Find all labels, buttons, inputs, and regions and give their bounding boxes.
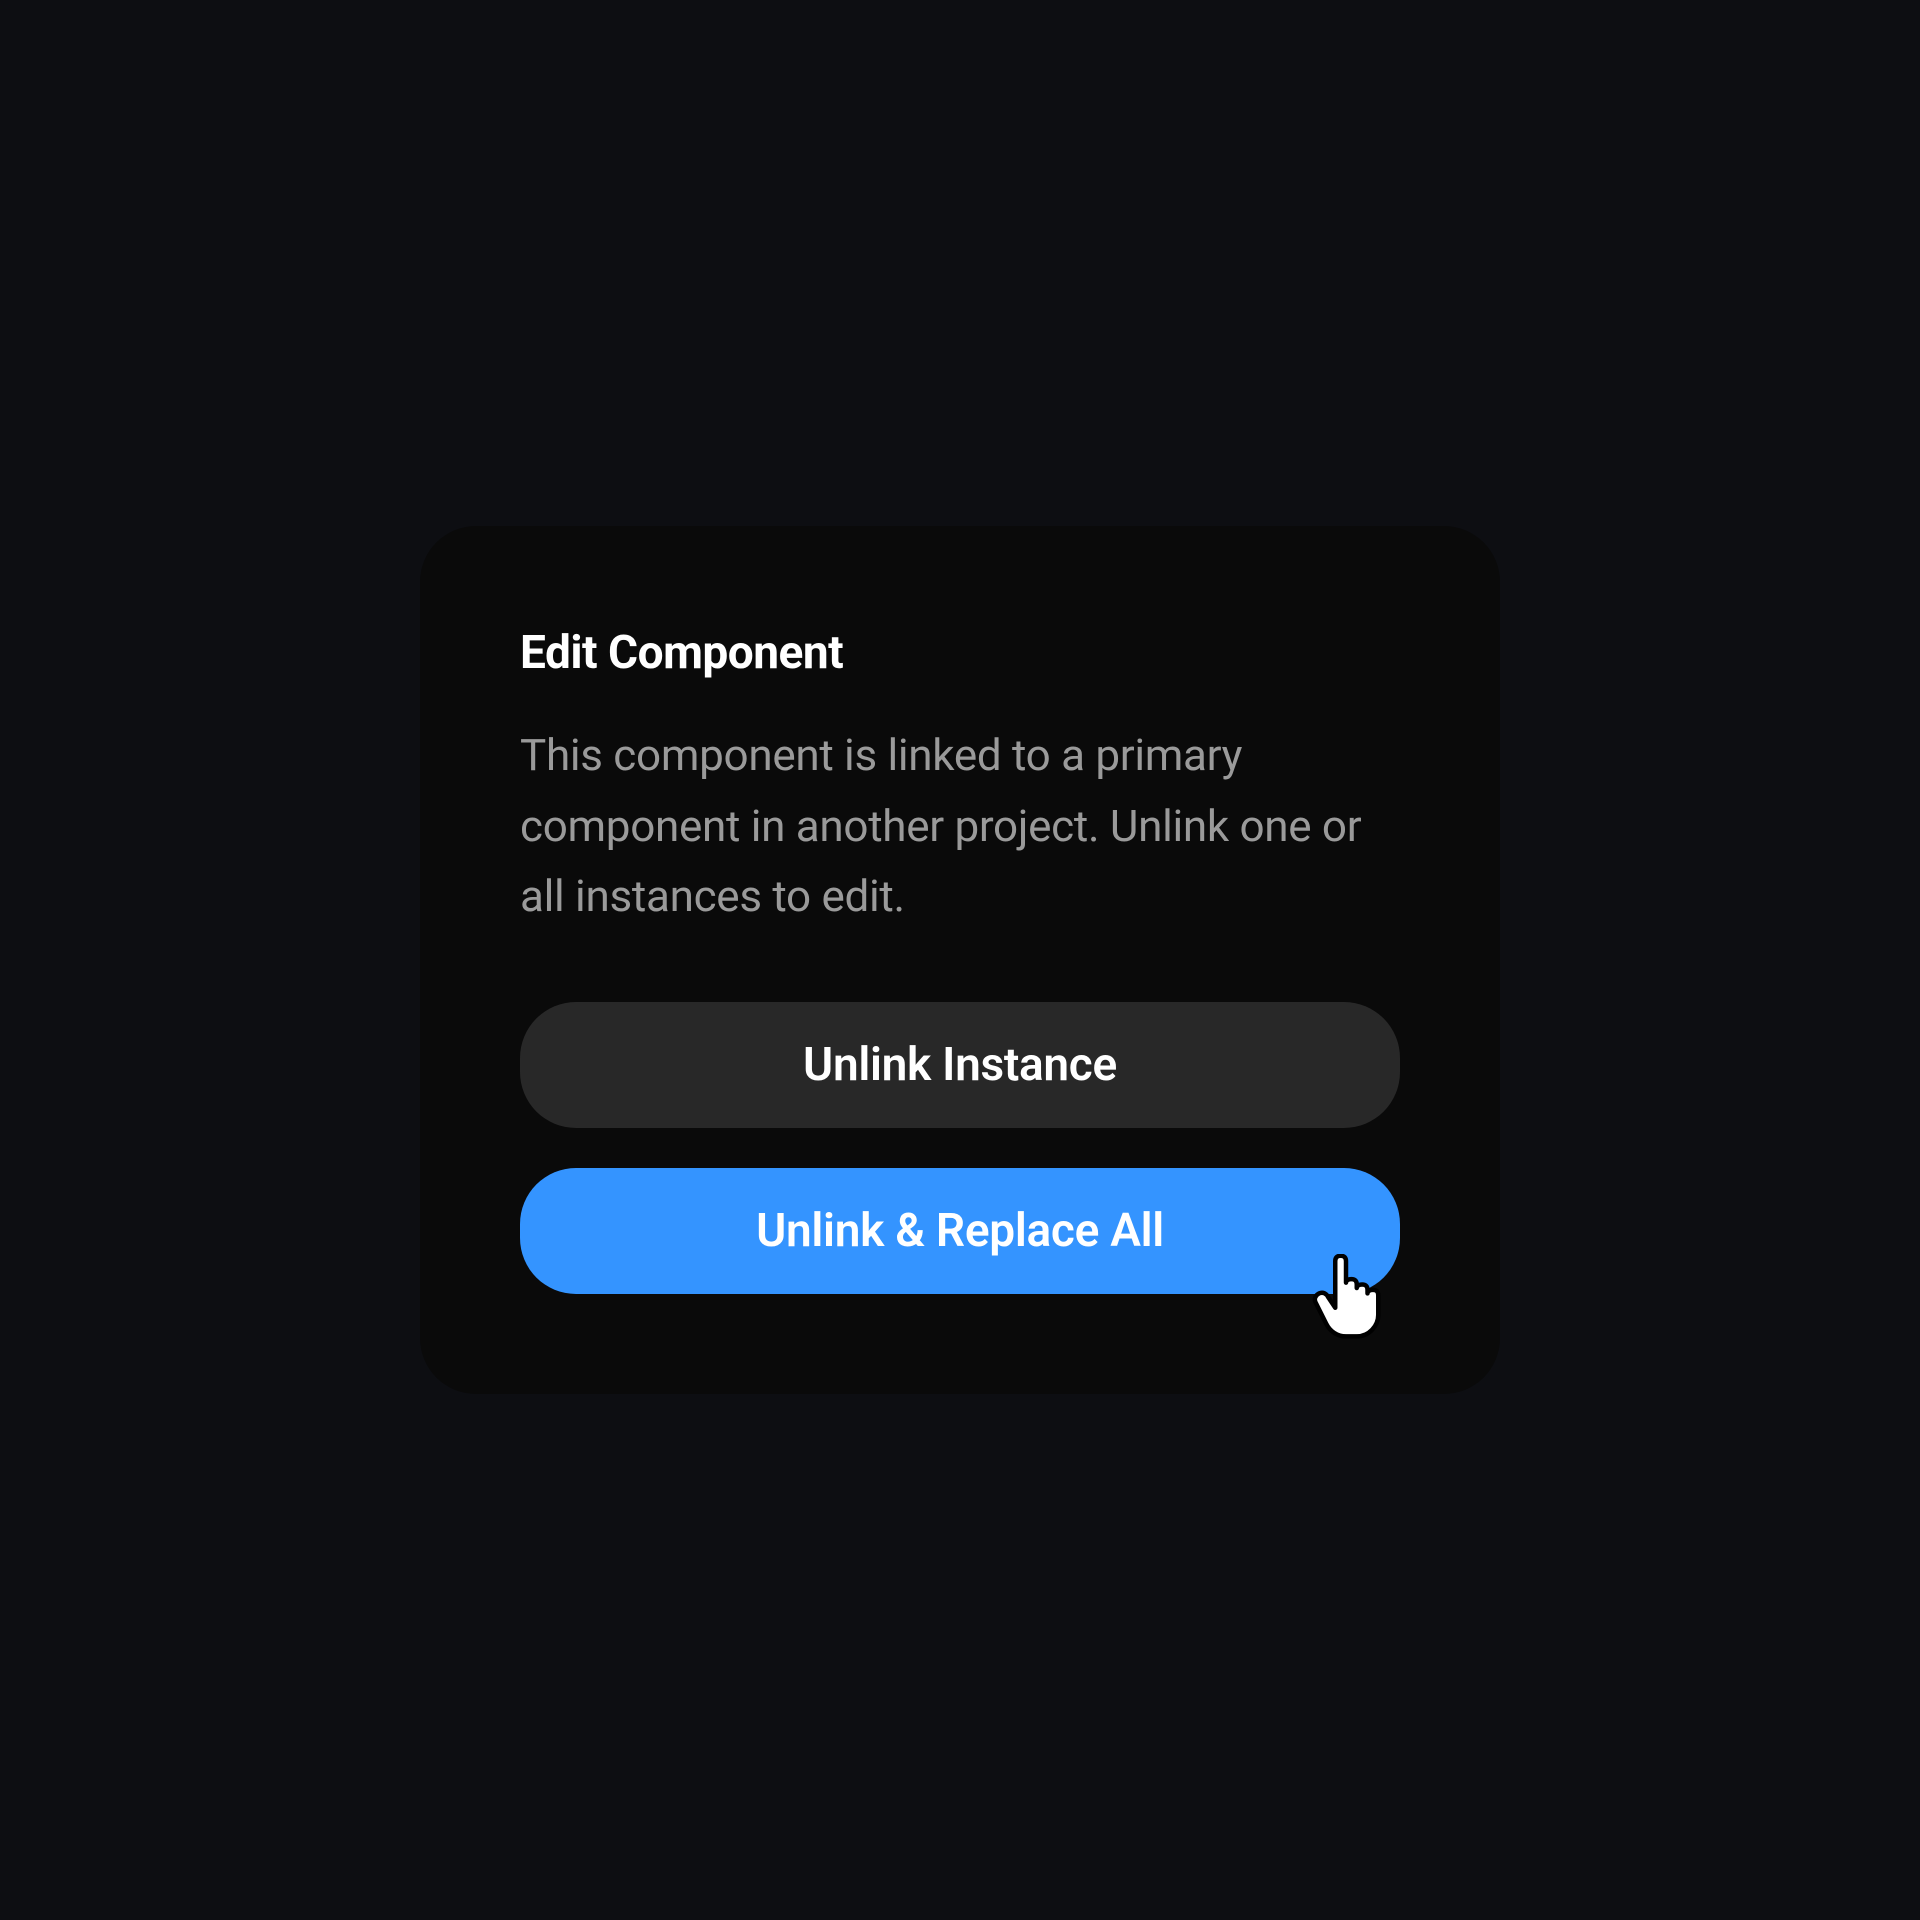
dialog-button-group: Unlink Instance Unlink & Replace All bbox=[520, 1002, 1400, 1294]
unlink-replace-all-button[interactable]: Unlink & Replace All bbox=[520, 1168, 1400, 1294]
unlink-instance-button[interactable]: Unlink Instance bbox=[520, 1002, 1400, 1128]
dialog-description: This component is linked to a primary co… bbox=[520, 720, 1400, 931]
dialog-title: Edit Component bbox=[520, 626, 1400, 680]
edit-component-dialog: Edit Component This component is linked … bbox=[420, 526, 1500, 1393]
